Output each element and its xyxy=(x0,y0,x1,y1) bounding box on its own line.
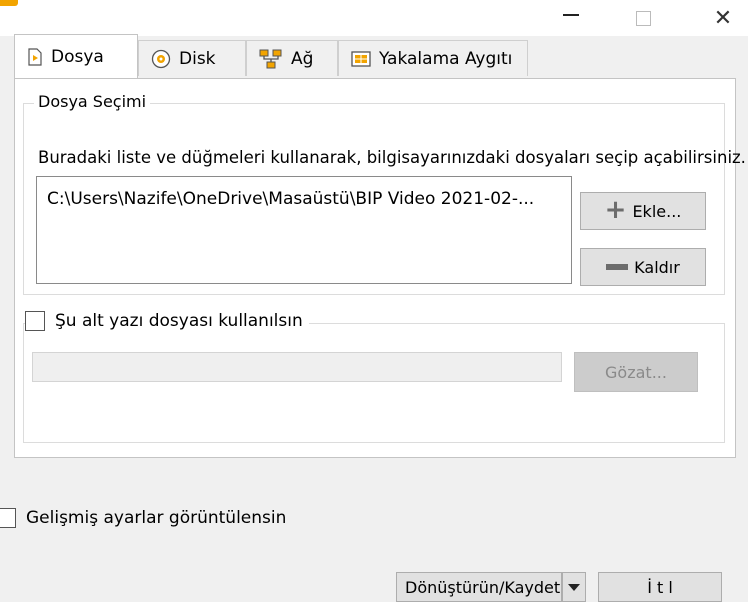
file-selection-description: Buradaki liste ve düğmeleri kullanarak, … xyxy=(38,148,746,167)
chevron-down-icon xyxy=(568,583,580,591)
close-icon: ✕ xyxy=(713,5,733,31)
tab-capture-device[interactable]: Yakalama Aygıtı xyxy=(338,40,528,76)
add-file-button[interactable]: + Ekle... xyxy=(580,192,706,230)
advanced-options-row[interactable]: Gelişmiş ayarlar görüntülensin xyxy=(0,508,286,528)
convert-save-button[interactable]: Dönüştürün/Kaydet xyxy=(396,572,562,602)
file-tab-panel: Dosya Seçimi Buradaki liste ve düğmeleri… xyxy=(14,78,746,458)
subtitle-group: Gözat... xyxy=(23,323,725,443)
capture-device-icon xyxy=(351,50,371,67)
remove-file-button[interactable]: Kaldır xyxy=(580,248,706,286)
file-icon xyxy=(28,47,42,66)
title-bar: ✕ xyxy=(0,0,748,36)
remove-button-label: Kaldır xyxy=(634,257,680,277)
convert-save-label: Dönüştürün/Kaydet xyxy=(405,577,561,597)
browse-button[interactable]: Gözat... xyxy=(574,352,698,392)
close-button[interactable]: ✕ xyxy=(700,0,746,36)
convert-dropdown-button[interactable] xyxy=(562,572,586,602)
advanced-options-label: Gelişmiş ayarlar görüntülensin xyxy=(26,508,287,528)
disc-icon xyxy=(151,49,171,68)
subtitle-checkbox[interactable] xyxy=(25,311,45,331)
advanced-options-checkbox[interactable] xyxy=(0,508,16,528)
tab-network[interactable]: Ağ xyxy=(246,40,338,76)
plus-icon: + xyxy=(604,195,627,225)
maximize-button[interactable] xyxy=(620,0,666,36)
network-icon xyxy=(259,49,282,68)
browse-button-label: Gözat... xyxy=(605,362,667,382)
add-button-label: Ekle... xyxy=(632,201,682,221)
file-selection-group: Dosya Seçimi Buradaki liste ve düğmeleri… xyxy=(23,92,746,295)
tab-label: Disk xyxy=(179,48,216,69)
cancel-button-label: İ t l xyxy=(647,577,673,597)
minimize-button[interactable] xyxy=(548,0,594,36)
subtitle-checkbox-label: Şu alt yazı dosyası kullanılsın xyxy=(55,311,303,331)
cancel-button[interactable]: İ t l xyxy=(598,572,722,602)
tab-label: Yakalama Aygıtı xyxy=(379,48,513,69)
vlc-cone-icon xyxy=(0,0,18,6)
subtitle-path-input[interactable] xyxy=(32,352,562,382)
tab-label: Dosya xyxy=(51,46,104,67)
list-item[interactable]: C:\Users\Nazife\OneDrive\Masaüstü\BIP Vi… xyxy=(47,189,534,209)
tab-label: Ağ xyxy=(291,48,314,69)
tab-disc[interactable]: Disk xyxy=(138,40,246,76)
file-list[interactable]: C:\Users\Nazife\OneDrive\Masaüstü\BIP Vi… xyxy=(36,176,572,284)
minus-icon xyxy=(606,264,629,270)
maximize-icon xyxy=(635,10,651,26)
file-selection-legend: Dosya Seçimi xyxy=(34,92,151,111)
subtitle-checkbox-row[interactable]: Şu alt yazı dosyası kullanılsın xyxy=(25,311,309,331)
tab-file[interactable]: Dosya xyxy=(14,34,138,78)
minimize-icon xyxy=(563,14,579,16)
